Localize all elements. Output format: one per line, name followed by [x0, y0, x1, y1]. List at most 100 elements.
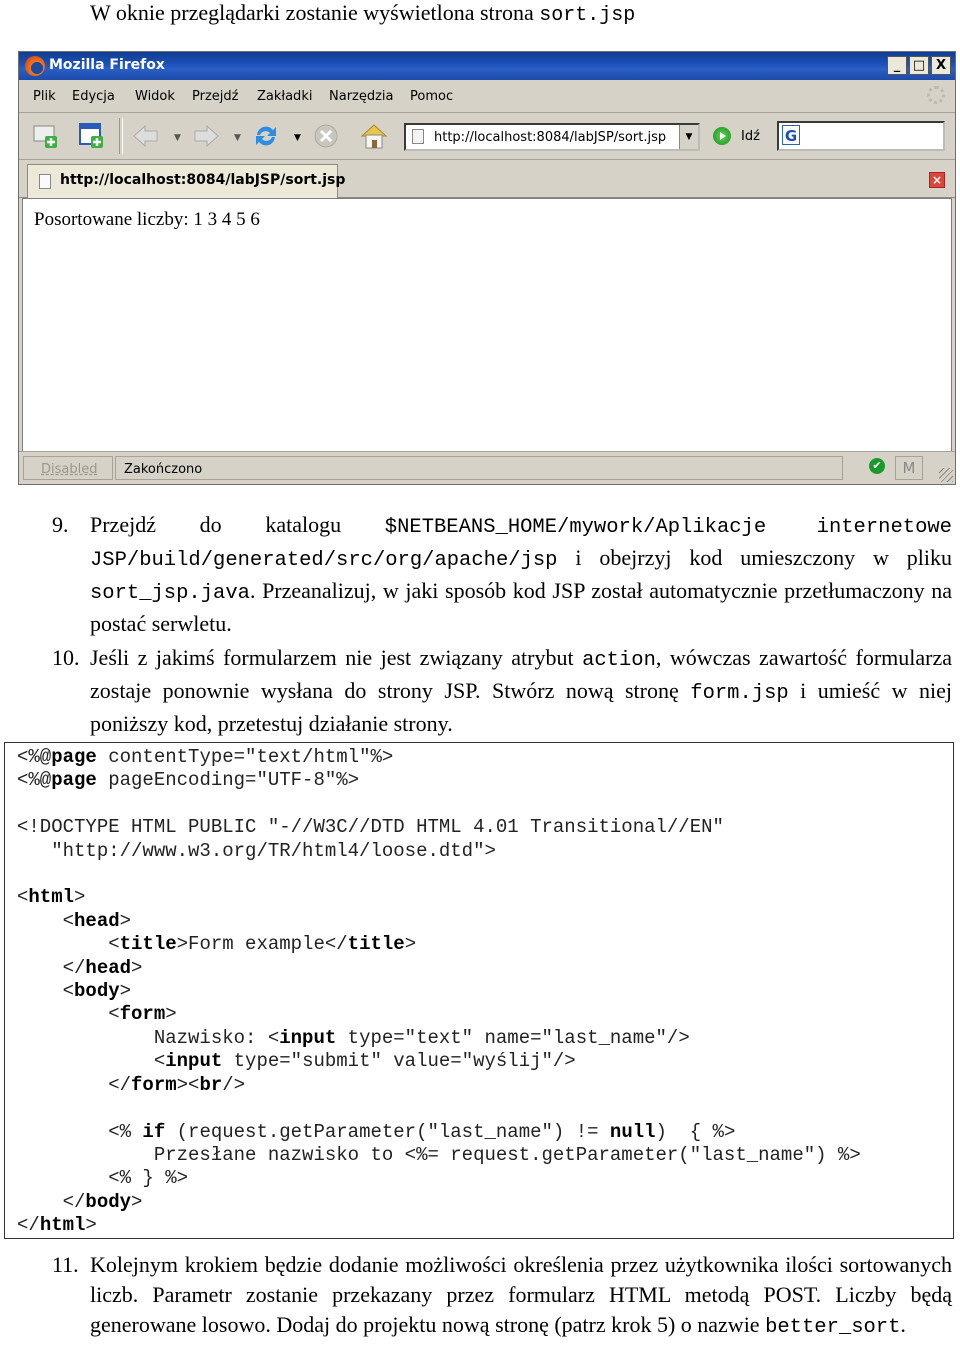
go-icon[interactable]	[713, 127, 731, 145]
forward-icon[interactable]	[191, 121, 221, 151]
new-window-icon[interactable]	[31, 121, 61, 151]
code-line: <!DOCTYPE HTML PUBLIC "-//W3C//DTD HTML …	[17, 816, 861, 839]
code-text: type="submit" value="wyślij"/>	[222, 1050, 576, 1073]
back-dropdown-icon[interactable]: ▼	[174, 133, 181, 143]
code-text: ) { %>	[655, 1120, 736, 1143]
minimize-button[interactable]: _	[887, 56, 907, 75]
reload-dropdown-icon[interactable]: ▼	[294, 133, 301, 143]
address-input[interactable]: http://localhost:8084/labJSP/sort.jsp	[434, 130, 666, 145]
code-text: pageEncoding="UTF-8"%>	[96, 769, 360, 792]
intro-code: sort.jsp	[539, 4, 636, 27]
code-keyword: body	[74, 980, 120, 1003]
code-line: </body>	[17, 1191, 861, 1214]
code-text: <	[17, 909, 75, 932]
code-text: <%@	[17, 746, 52, 768]
code-text: <% } %>	[17, 1167, 189, 1190]
sorted-numbers-text: Posortowane liczby: 1 3 4 5 6	[34, 209, 260, 230]
window-title: Mozilla Firefox	[49, 57, 165, 73]
step-9: 9. Przejdź do katalogu $NETBEANS_HOME/my…	[0, 510, 960, 636]
menu-plik[interactable]: Plik	[33, 89, 56, 104]
code-keyword: title	[119, 933, 177, 956]
code-text: >	[85, 1214, 97, 1237]
step-text: Kolejnym krokiem będzie dodanie możliwoś…	[90, 1250, 952, 1343]
code-line: Przesłane nazwisko to <%= request.getPar…	[17, 1144, 861, 1167]
code-text: Przesłane nazwisko to <%= request.getPar…	[17, 1143, 861, 1166]
search-box[interactable]: G	[777, 121, 945, 151]
page-content: Posortowane liczby: 1 3 4 5 6	[22, 198, 952, 452]
code-text: >	[165, 1003, 177, 1026]
address-bar[interactable]: http://localhost:8084/labJSP/sort.jsp ▼	[404, 123, 700, 151]
code-keyword: form	[119, 1003, 166, 1026]
code-text: Nazwisko: <	[17, 1026, 280, 1049]
code-listing: <%@page contentType="text/html"%> <%@page…	[4, 742, 954, 1239]
code-line: <html>	[17, 886, 861, 909]
reload-icon[interactable]	[251, 121, 281, 151]
step-text: Przejdź do katalogu $NETBEANS_HOME/mywor…	[90, 510, 952, 639]
navigation-toolbar: ▼ ▼ ▼ http://localhost:8084/labJSP/sort.…	[19, 113, 955, 160]
tab-sort-jsp[interactable]: http://localhost:8084/labJSP/sort.jsp	[27, 164, 345, 198]
code-keyword: if	[142, 1120, 166, 1143]
home-icon[interactable]	[359, 121, 389, 151]
code-text: <	[17, 980, 75, 1003]
code-line: "http://www.w3.org/TR/html4/loose.dtd">	[17, 840, 861, 863]
intro-text: W oknie przeglądarki zostanie wyświetlon…	[90, 0, 540, 25]
code-text: >	[74, 886, 86, 909]
code-line: <form>	[17, 1003, 861, 1026]
code-line: <% } %>	[17, 1167, 861, 1190]
search-engine-icon[interactable]: G	[782, 125, 800, 145]
menu-pomoc[interactable]: Pomoc	[410, 89, 453, 104]
step-text: Jeśli z jakimś formularzem nie jest zwią…	[90, 643, 952, 739]
new-tab-icon[interactable]	[77, 121, 107, 151]
step-prose: i obejrzyj kod umieszczony w pliku	[557, 545, 952, 570]
close-tab-icon[interactable]: ×	[929, 172, 945, 188]
mail-icon[interactable]: M	[895, 456, 923, 480]
code-text: </	[17, 1190, 86, 1213]
code-keyword: head	[74, 909, 120, 932]
maximize-button[interactable]: □	[909, 56, 929, 75]
page-icon	[39, 174, 51, 189]
menu-narzedzia[interactable]: Narzędzia	[329, 89, 394, 104]
code-keyword: input	[279, 1026, 337, 1049]
step-prose: Jeśli z jakimś formularzem nie jest zwią…	[90, 645, 583, 670]
menu-zakladki[interactable]: Zakładki	[257, 89, 312, 104]
title-bar: Mozilla Firefox _ □ X	[19, 52, 955, 80]
menu-widok[interactable]: Widok	[135, 89, 175, 104]
code-keyword: br	[199, 1073, 223, 1096]
page-icon	[412, 129, 424, 144]
tab-title: http://localhost:8084/labJSP/sort.jsp	[60, 172, 346, 188]
close-button[interactable]: X	[931, 56, 951, 75]
stop-icon[interactable]	[311, 121, 341, 151]
inline-code: form.jsp	[690, 682, 789, 705]
code-text: contentType="text/html"%>	[96, 746, 394, 768]
resize-grip[interactable]	[939, 468, 953, 482]
address-dropdown-icon[interactable]: ▼	[679, 125, 698, 149]
code-keyword: html	[28, 886, 75, 909]
code-keyword: null	[609, 1120, 656, 1143]
code-text: "http://www.w3.org/TR/html4/loose.dtd">	[17, 839, 496, 862]
forward-dropdown-icon[interactable]: ▼	[234, 133, 241, 143]
go-button[interactable]: Idź	[741, 129, 760, 144]
code-keyword: input	[165, 1050, 223, 1073]
firefox-logo-icon	[25, 56, 45, 76]
code-text: </	[17, 1214, 40, 1237]
step-10: 10. Jeśli z jakimś formularzem nie jest …	[0, 643, 960, 736]
code-line: <%@page pageEncoding="UTF-8"%>	[17, 769, 861, 792]
status-disabled: Disabled	[23, 456, 113, 480]
code-text: >	[119, 909, 132, 932]
code-text: >	[404, 933, 417, 956]
status-bar: Disabled Zakończono ✔ M	[19, 451, 955, 484]
tab-bar: http://localhost:8084/labJSP/sort.jsp ×	[19, 159, 955, 198]
menu-przejdz[interactable]: Przejdź	[192, 89, 238, 104]
code-keyword: html	[39, 1214, 86, 1237]
code-text: >	[131, 956, 143, 979]
code-line: <% if (request.getParameter("last_name")…	[17, 1121, 861, 1144]
code-keyword: body	[85, 1190, 132, 1213]
step-11: 11. Kolejnym krokiem będzie dodanie możl…	[0, 1250, 960, 1365]
back-icon[interactable]	[131, 121, 161, 151]
code-line: <title>Form example</title>	[17, 933, 861, 956]
code-text: </	[17, 956, 86, 979]
menu-edycja[interactable]: Edycja	[72, 89, 115, 104]
code-line: <head>	[17, 910, 861, 933]
